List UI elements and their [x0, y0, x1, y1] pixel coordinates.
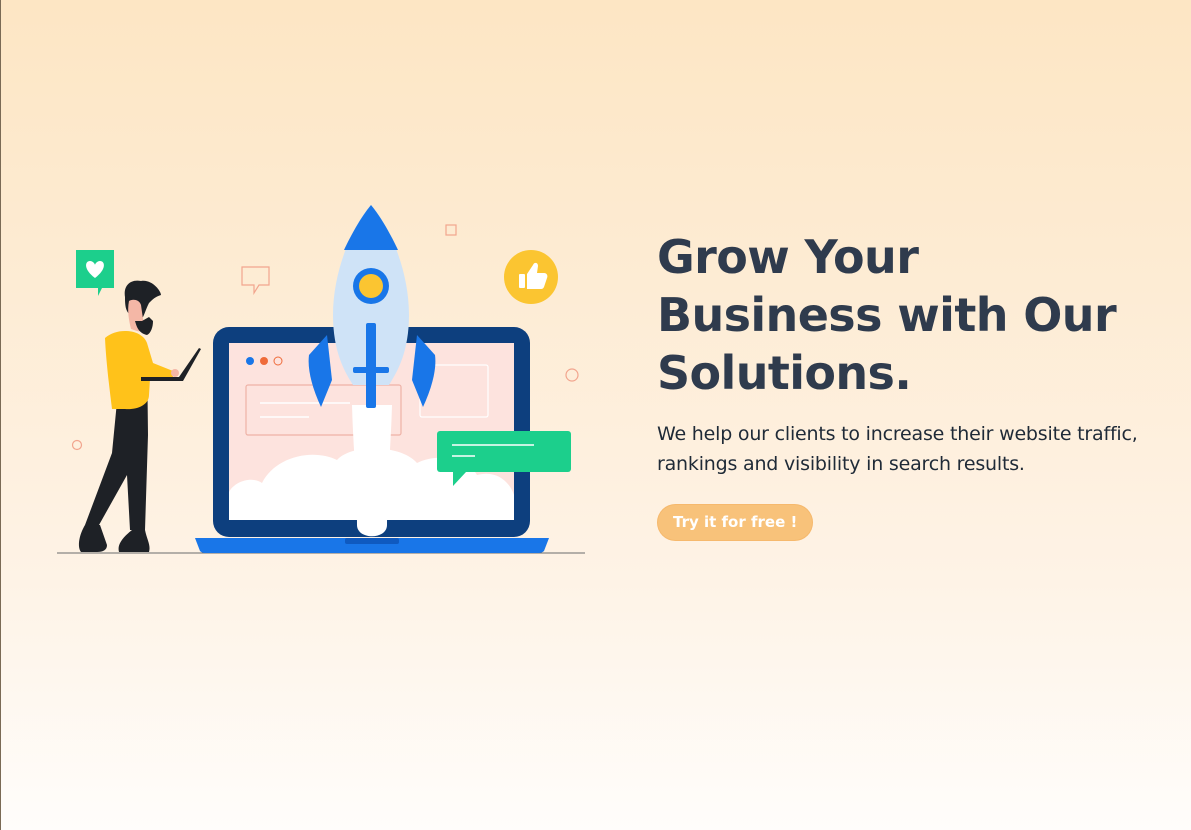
- circle-outline: [565, 368, 579, 382]
- rocket-launch-illustration: [57, 205, 585, 554]
- thumbs-up-icon: [504, 250, 558, 304]
- try-free-button[interactable]: Try it for free !: [657, 504, 814, 541]
- hero-illustration: [57, 195, 587, 560]
- heart-icon: [76, 250, 114, 296]
- circle-outline-small: [71, 439, 83, 451]
- hero-section: Grow Your Business with Our Solutions. W…: [0, 0, 1191, 830]
- chat-bubble-icon: [241, 266, 270, 296]
- person-with-laptop: [78, 280, 201, 552]
- hero-content: Grow Your Business with Our Solutions. W…: [657, 228, 1157, 541]
- square-outline: [445, 224, 457, 236]
- hero-subtext: We help our clients to increase their we…: [657, 423, 1138, 475]
- hero-headline: Grow Your Business with Our Solutions.: [657, 230, 1117, 400]
